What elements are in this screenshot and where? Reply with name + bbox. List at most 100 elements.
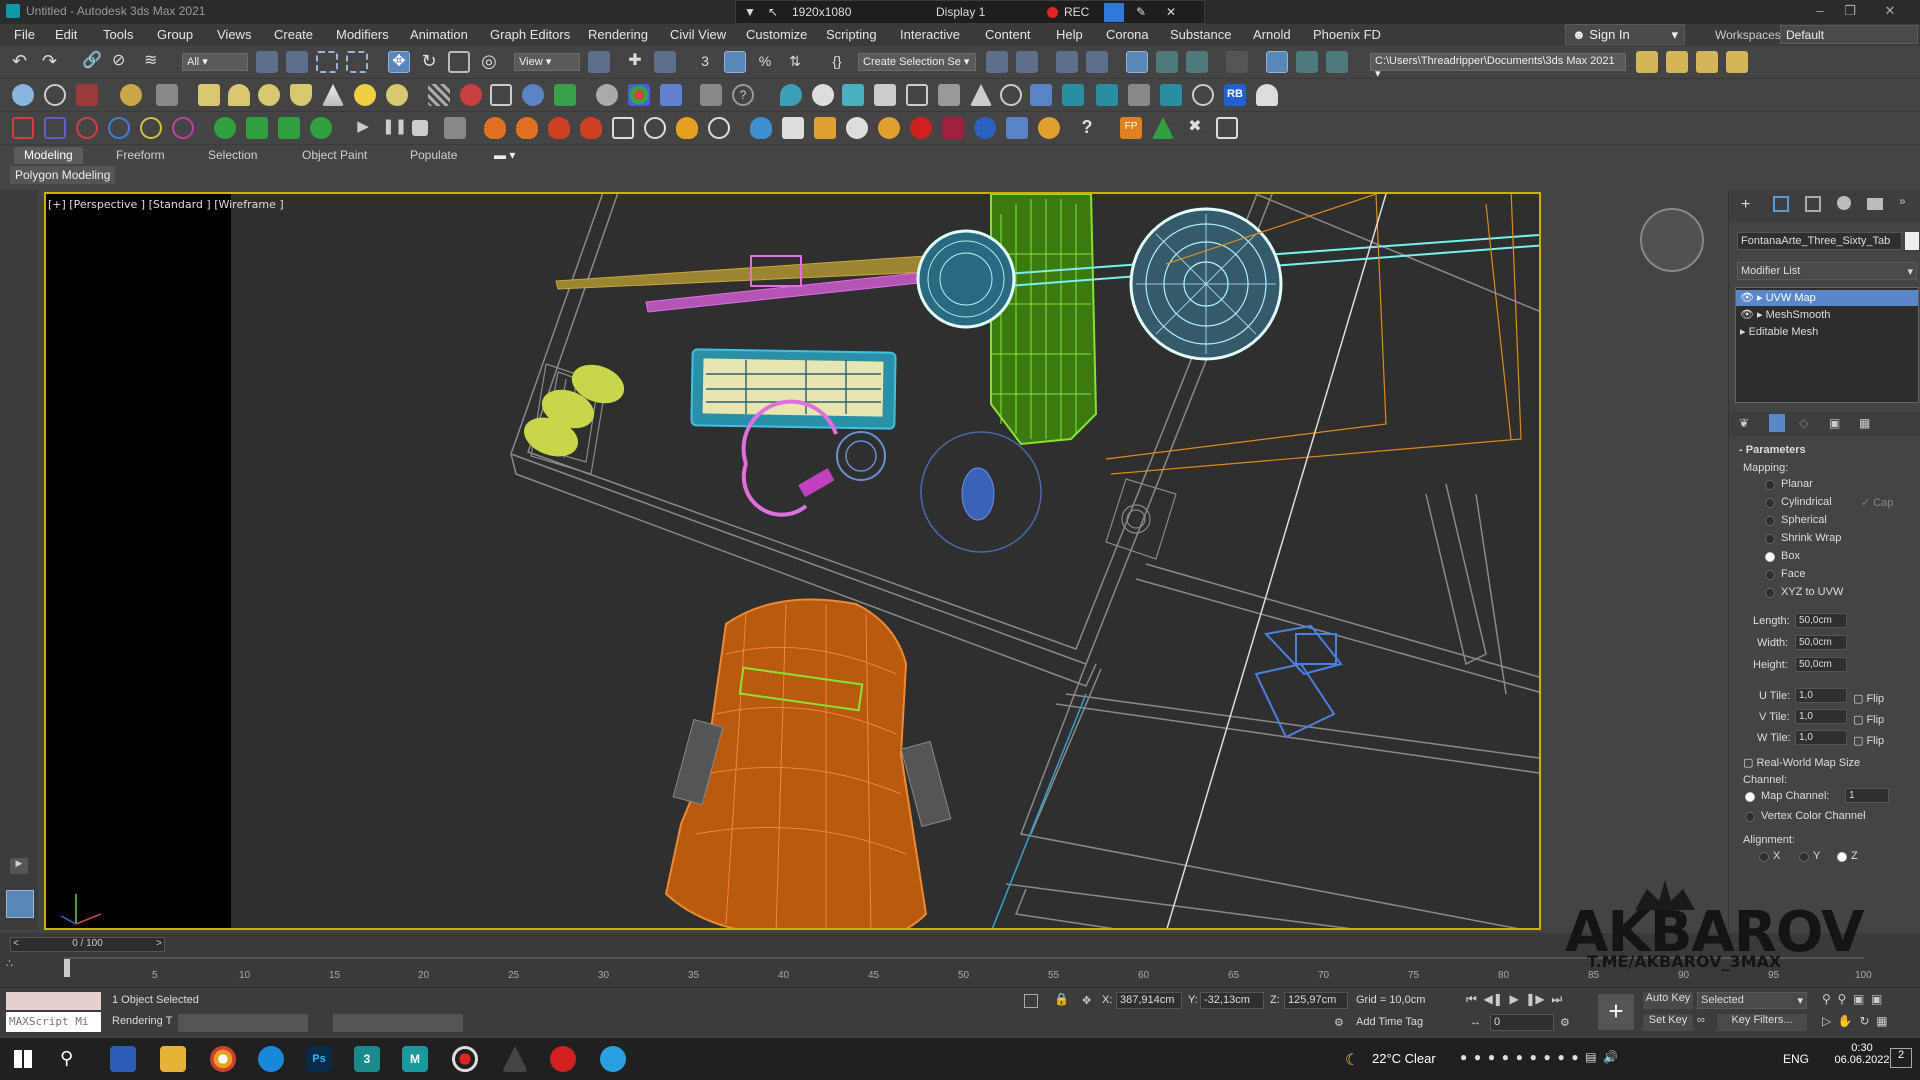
radio-box[interactable] xyxy=(1765,552,1775,562)
maxscript-listener[interactable] xyxy=(6,992,101,1010)
auto-key-button[interactable]: Auto Key xyxy=(1643,992,1693,1009)
menu-help[interactable]: Help xyxy=(1056,27,1083,42)
list-icon[interactable] xyxy=(1216,117,1238,139)
rect-selection-icon[interactable] xyxy=(316,51,338,73)
set-key-big-icon[interactable]: + xyxy=(1598,994,1634,1030)
tab-object-paint[interactable]: Object Paint xyxy=(292,147,377,164)
named-selection-dropdown[interactable]: Create Selection Se ▾ xyxy=(858,53,976,71)
modify-tab-icon[interactable] xyxy=(1773,196,1789,212)
rb-icon[interactable]: RB xyxy=(1224,84,1246,106)
radio-spherical[interactable] xyxy=(1765,516,1775,526)
z-coord-field[interactable]: 125,97cm xyxy=(1284,992,1348,1009)
cone-icon[interactable] xyxy=(322,84,344,106)
tray-app-1-icon[interactable]: ● xyxy=(1460,1050,1467,1064)
chevron-down-icon[interactable]: ▼ xyxy=(744,5,756,19)
viewcube-icon[interactable] xyxy=(1640,208,1704,272)
material-ball-icon[interactable] xyxy=(460,84,482,106)
radio-planar[interactable] xyxy=(1765,480,1775,490)
show-end-result-icon[interactable] xyxy=(1769,414,1785,432)
window-icon[interactable] xyxy=(1160,84,1182,106)
search-icon[interactable]: ⚲ xyxy=(60,1048,73,1069)
object-color-swatch[interactable] xyxy=(1905,232,1919,250)
plant-icon[interactable] xyxy=(554,84,576,106)
edit-named-sel-icon[interactable]: {} xyxy=(826,51,848,73)
v-flip-checkbox[interactable]: ▢ Flip xyxy=(1853,713,1884,726)
keyboard-shortcut-icon[interactable] xyxy=(654,51,676,73)
radio-vertex-color[interactable] xyxy=(1745,812,1755,822)
dome-light-icon[interactable] xyxy=(386,84,408,106)
fp-icon[interactable]: FP xyxy=(1120,117,1142,139)
table-icon[interactable] xyxy=(906,84,928,106)
viewport-label[interactable]: [+] [Perspective ] [Standard ] [Wirefram… xyxy=(48,198,284,211)
brush-icon[interactable] xyxy=(612,117,634,139)
w-tile-spinner[interactable]: 1,0 xyxy=(1795,730,1847,745)
angle-snap-icon[interactable] xyxy=(724,51,746,73)
render-setup-icon[interactable] xyxy=(1266,51,1288,73)
save-folder-icon[interactable] xyxy=(1726,51,1748,73)
pin-stack-icon[interactable]: ❦ xyxy=(1739,416,1749,430)
apple-icon[interactable] xyxy=(910,117,932,139)
isolate-icon[interactable] xyxy=(1024,994,1038,1008)
utilities-tab-icon[interactable]: » xyxy=(1899,194,1906,208)
select-manipulate-icon[interactable]: ✚ xyxy=(624,51,646,73)
mirror-icon[interactable] xyxy=(986,51,1008,73)
window-crossing-icon[interactable] xyxy=(346,51,368,73)
maya-app-icon[interactable]: M xyxy=(402,1046,428,1072)
play-icon[interactable]: ▶ xyxy=(1509,992,1518,1006)
flame-icon[interactable] xyxy=(676,117,698,139)
stop-icon[interactable] xyxy=(412,120,428,136)
bind-spacewarp-icon[interactable]: ≋ xyxy=(144,51,166,73)
alert-icon[interactable] xyxy=(970,84,992,106)
close-button[interactable]: ✕ xyxy=(1880,3,1900,19)
gear-icon[interactable] xyxy=(812,84,834,106)
scale-icon[interactable] xyxy=(448,51,470,73)
fire4-icon[interactable] xyxy=(580,117,602,139)
map-channel-spinner[interactable]: 1 xyxy=(1845,788,1889,803)
light-lister-icon[interactable] xyxy=(120,84,142,106)
radio-shrink-wrap[interactable] xyxy=(1765,534,1775,544)
forest-icon[interactable] xyxy=(1152,117,1174,139)
display-icon[interactable] xyxy=(1030,84,1052,106)
menu-rendering[interactable]: Rendering xyxy=(588,27,648,42)
frame-buffer-icon[interactable] xyxy=(76,84,98,106)
zoom-icon[interactable]: ⚲ xyxy=(1822,992,1831,1006)
glass-icon[interactable] xyxy=(782,117,804,139)
box-primitive-icon[interactable] xyxy=(198,84,220,106)
menu-civil-view[interactable]: Civil View xyxy=(670,27,726,42)
language-indicator[interactable]: ENG xyxy=(1783,1052,1809,1066)
taskbar-window-2[interactable] xyxy=(333,1014,463,1032)
s-app-icon[interactable] xyxy=(550,1046,576,1072)
teapot-icon[interactable] xyxy=(12,84,34,106)
unlink-icon[interactable]: ⊘ xyxy=(112,51,134,73)
copy-icon[interactable] xyxy=(700,84,722,106)
percent-snap-icon[interactable]: % xyxy=(754,51,776,73)
tools-icon[interactable]: ✖ xyxy=(1184,117,1206,139)
stack-item-meshsmooth[interactable]: 👁 ▸ MeshSmooth xyxy=(1736,307,1918,323)
tray-app-7-icon[interactable]: ● xyxy=(1544,1050,1551,1064)
tab-freeform[interactable]: Freeform xyxy=(106,147,175,164)
material-editor-icon[interactable] xyxy=(1226,51,1248,73)
beer-icon[interactable] xyxy=(814,117,836,139)
camera-icon[interactable] xyxy=(1104,3,1124,22)
place-icon[interactable]: ◎ xyxy=(478,51,500,73)
toggle-ribbon-icon[interactable] xyxy=(1126,51,1148,73)
save-app-icon[interactable] xyxy=(110,1046,136,1072)
network-icon[interactable]: ▤ xyxy=(1585,1050,1596,1064)
flower-circle-icon[interactable] xyxy=(140,117,162,139)
configure-sets-icon[interactable]: ▦ xyxy=(1859,416,1870,430)
minimize-button[interactable]: – xyxy=(1810,3,1830,19)
viewport-icon[interactable] xyxy=(1062,84,1084,106)
help-icon[interactable]: ? xyxy=(1076,117,1098,139)
tab-populate[interactable]: Populate xyxy=(400,147,467,164)
selection-filter-dropdown[interactable]: All ▾ xyxy=(182,53,248,71)
cup-icon[interactable] xyxy=(846,117,868,139)
bulb-icon[interactable] xyxy=(1256,84,1278,106)
hierarchy-tab-icon[interactable] xyxy=(1805,196,1821,212)
proxy-icon[interactable] xyxy=(490,84,512,106)
select-by-name-icon[interactable] xyxy=(286,51,308,73)
sphere-grey-icon[interactable] xyxy=(596,84,618,106)
checker-icon[interactable] xyxy=(428,84,450,106)
modifier-list-dropdown[interactable]: Modifier List ▾ xyxy=(1737,262,1917,280)
sphere-icon[interactable] xyxy=(258,84,280,106)
spinner-snap-icon[interactable]: ⇅ xyxy=(784,51,806,73)
